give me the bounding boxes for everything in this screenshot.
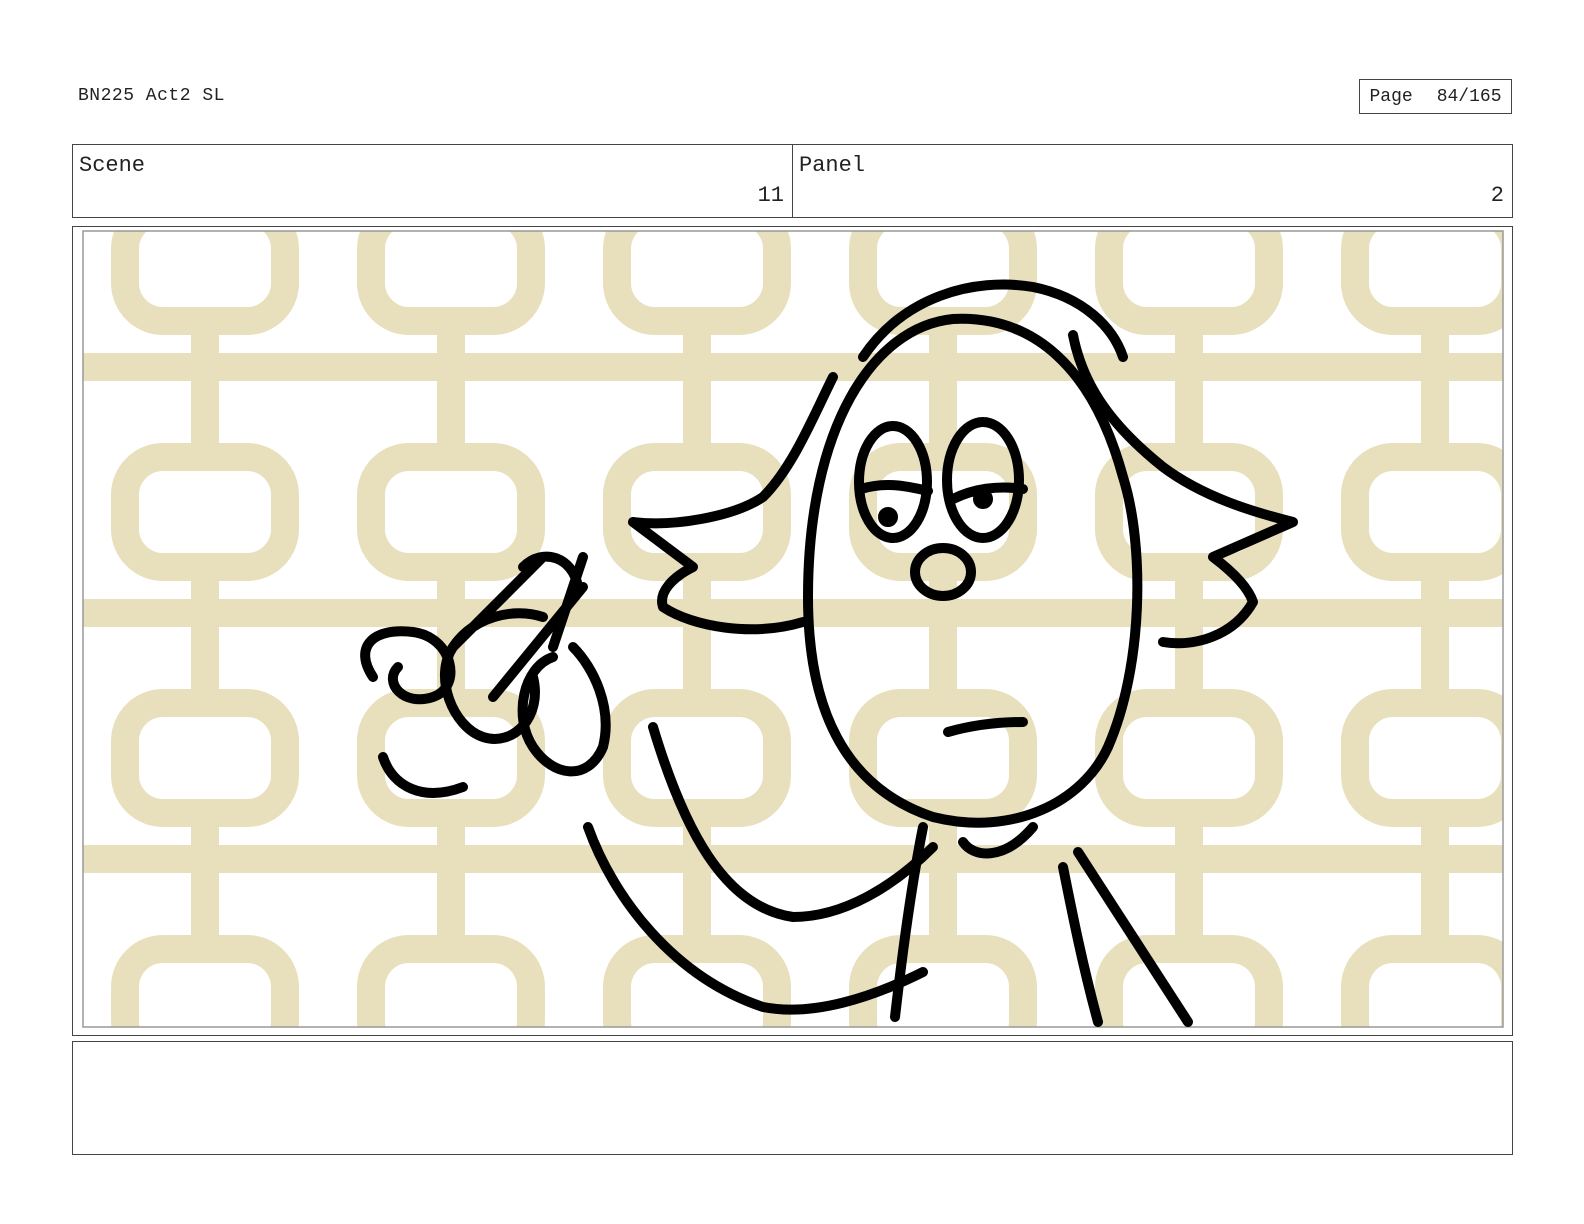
panel-number: 2 [1490, 183, 1504, 208]
scene-cell: Scene 11 [73, 145, 792, 217]
scene-panel-info-bar: Scene 11 Panel 2 [72, 144, 1513, 218]
document-title: BN225 Act2 SL [78, 86, 225, 106]
scene-number: 11 [757, 183, 784, 208]
notes-area[interactable] [72, 1041, 1513, 1155]
storyboard-frame [72, 226, 1513, 1036]
page-label: Page [1369, 86, 1413, 107]
panel-cell: Panel 2 [792, 145, 1512, 217]
storyboard-drawing [82, 230, 1504, 1028]
scene-label: Scene [79, 153, 146, 178]
page-indicator: Page 84/165 [1359, 79, 1512, 114]
panel-label: Panel [799, 153, 866, 178]
page-value: 84/165 [1436, 86, 1502, 107]
